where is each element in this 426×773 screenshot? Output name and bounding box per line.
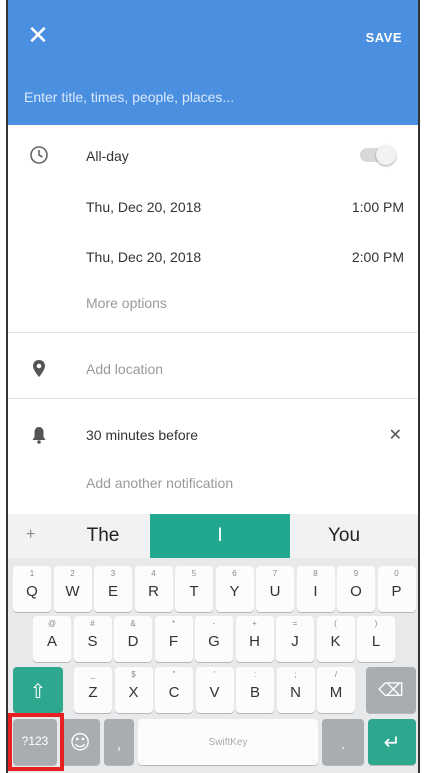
key-hint: 6 (232, 569, 237, 578)
toggle-knob (376, 145, 396, 165)
key-hint: ' (213, 670, 216, 679)
remove-notification-button[interactable]: ✕ (389, 425, 402, 444)
comma-key-label: , (116, 736, 122, 753)
key-hint: = (292, 619, 298, 628)
add-notification-link[interactable]: Add another notification (86, 475, 233, 491)
key-o[interactable]: 9O (337, 566, 375, 612)
key-hint: 5 (191, 569, 197, 578)
start-time[interactable]: 1:00 PM (352, 199, 404, 215)
emoji-icon: ☺ (69, 730, 91, 754)
suggestion-bar: + The I You (8, 514, 418, 558)
event-title-input[interactable] (24, 84, 404, 110)
end-time[interactable]: 2:00 PM (352, 249, 404, 265)
enter-key[interactable]: ↵ (368, 719, 416, 765)
key-a[interactable]: @ A (33, 616, 71, 662)
notification-label[interactable]: 30 minutes before (86, 427, 198, 443)
key-f[interactable]: * F (154, 616, 193, 662)
key-hint: " (172, 670, 176, 679)
key-hint: & (130, 619, 136, 628)
key-hint: 4 (151, 569, 156, 578)
key-hint: 1 (29, 569, 35, 578)
location-pin-icon (33, 360, 45, 377)
save-button[interactable]: SAVE (366, 30, 402, 45)
shift-key[interactable]: ⇧ (13, 667, 63, 713)
key-i[interactable]: 8I (296, 566, 335, 612)
clock-icon (30, 146, 48, 164)
key-p[interactable]: 0P (377, 566, 416, 612)
key-hint: - (212, 619, 216, 628)
end-date[interactable]: Thu, Dec 20, 2018 (86, 249, 201, 265)
key-l[interactable]: ) L (357, 616, 395, 662)
key-m[interactable]: / M (317, 667, 355, 713)
key-hint: ; (294, 670, 297, 679)
event-header: ✕ SAVE (8, 0, 418, 125)
allday-label: All-day (86, 148, 129, 164)
key-hint: $ (131, 670, 136, 679)
key-hint: ) (374, 619, 378, 628)
key-r[interactable]: 4R (134, 566, 173, 612)
key-w[interactable]: 2W (53, 566, 92, 612)
key-n[interactable]: ; N (276, 667, 315, 713)
highlight-callout (8, 713, 64, 771)
key-hint: 2 (70, 569, 75, 578)
key-hint: 0 (394, 569, 399, 578)
key-j[interactable]: = J (276, 616, 314, 662)
key-h[interactable]: + H (235, 616, 274, 662)
more-options-link[interactable]: More options (86, 295, 167, 311)
key-g[interactable]: -G (195, 616, 233, 662)
key-hint: ( (334, 619, 337, 628)
backspace-icon: ⌫ (378, 680, 404, 701)
divider (8, 332, 418, 333)
key-hint: 8 (313, 569, 318, 578)
space-key[interactable]: SwiftKey (138, 719, 318, 765)
divider (8, 398, 418, 399)
key-k[interactable]: (K (316, 616, 355, 662)
key-c[interactable]: " C (155, 667, 193, 713)
period-key[interactable]: . (322, 719, 364, 765)
key-hint: 9 (353, 569, 359, 578)
expand-icon[interactable]: + (26, 526, 35, 544)
enter-icon: ↵ (383, 730, 401, 754)
key-hint: / (334, 670, 338, 679)
key-hint: # (90, 619, 95, 628)
key-u[interactable]: 7U (256, 566, 294, 612)
suggestion-center[interactable]: I (150, 514, 290, 558)
key-q[interactable]: 1Q (13, 566, 51, 612)
key-hint: : (253, 670, 257, 679)
bell-icon (32, 427, 46, 444)
key-hint: + (252, 619, 257, 628)
suggestion-left[interactable]: The (58, 514, 148, 558)
key-hint: @ (47, 619, 57, 628)
period-key-label: . (340, 736, 346, 753)
add-location-field[interactable]: Add location (86, 361, 163, 377)
close-button[interactable]: ✕ (24, 22, 52, 50)
key-s[interactable]: # S (73, 616, 112, 662)
shift-icon: ⇧ (29, 679, 47, 703)
key-d[interactable]: & D (114, 616, 152, 662)
key-v[interactable]: ' V (195, 667, 234, 713)
key-hint: 3 (110, 569, 116, 578)
key-x[interactable]: $ X (114, 667, 153, 713)
backspace-key[interactable]: ⌫ (366, 667, 416, 713)
key-z[interactable]: _ Z (74, 667, 112, 713)
comma-key[interactable]: , (104, 719, 134, 765)
start-date[interactable]: Thu, Dec 20, 2018 (86, 199, 201, 215)
space-key-label: SwiftKey (208, 737, 248, 748)
emoji-key[interactable]: ☺ (60, 719, 100, 765)
phone-screen: ✕ SAVE All-day Thu, Dec 20, 2018 1:00 PM… (6, 0, 420, 773)
keyboard: + The I You 1Q2W3E4R5T6Y7U8I9O0P @ A # S & D *… (8, 514, 418, 773)
suggestion-right[interactable]: You (296, 514, 392, 558)
key-y[interactable]: 6Y (215, 566, 254, 612)
key-hint: * (171, 619, 176, 628)
allday-toggle[interactable] (360, 145, 396, 165)
key-b[interactable]: :B (236, 667, 274, 713)
key-e[interactable]: 3E (94, 566, 132, 612)
key-t[interactable]: 5T (175, 566, 213, 612)
key-hint: _ (90, 670, 96, 679)
key-hint: 7 (272, 569, 278, 578)
